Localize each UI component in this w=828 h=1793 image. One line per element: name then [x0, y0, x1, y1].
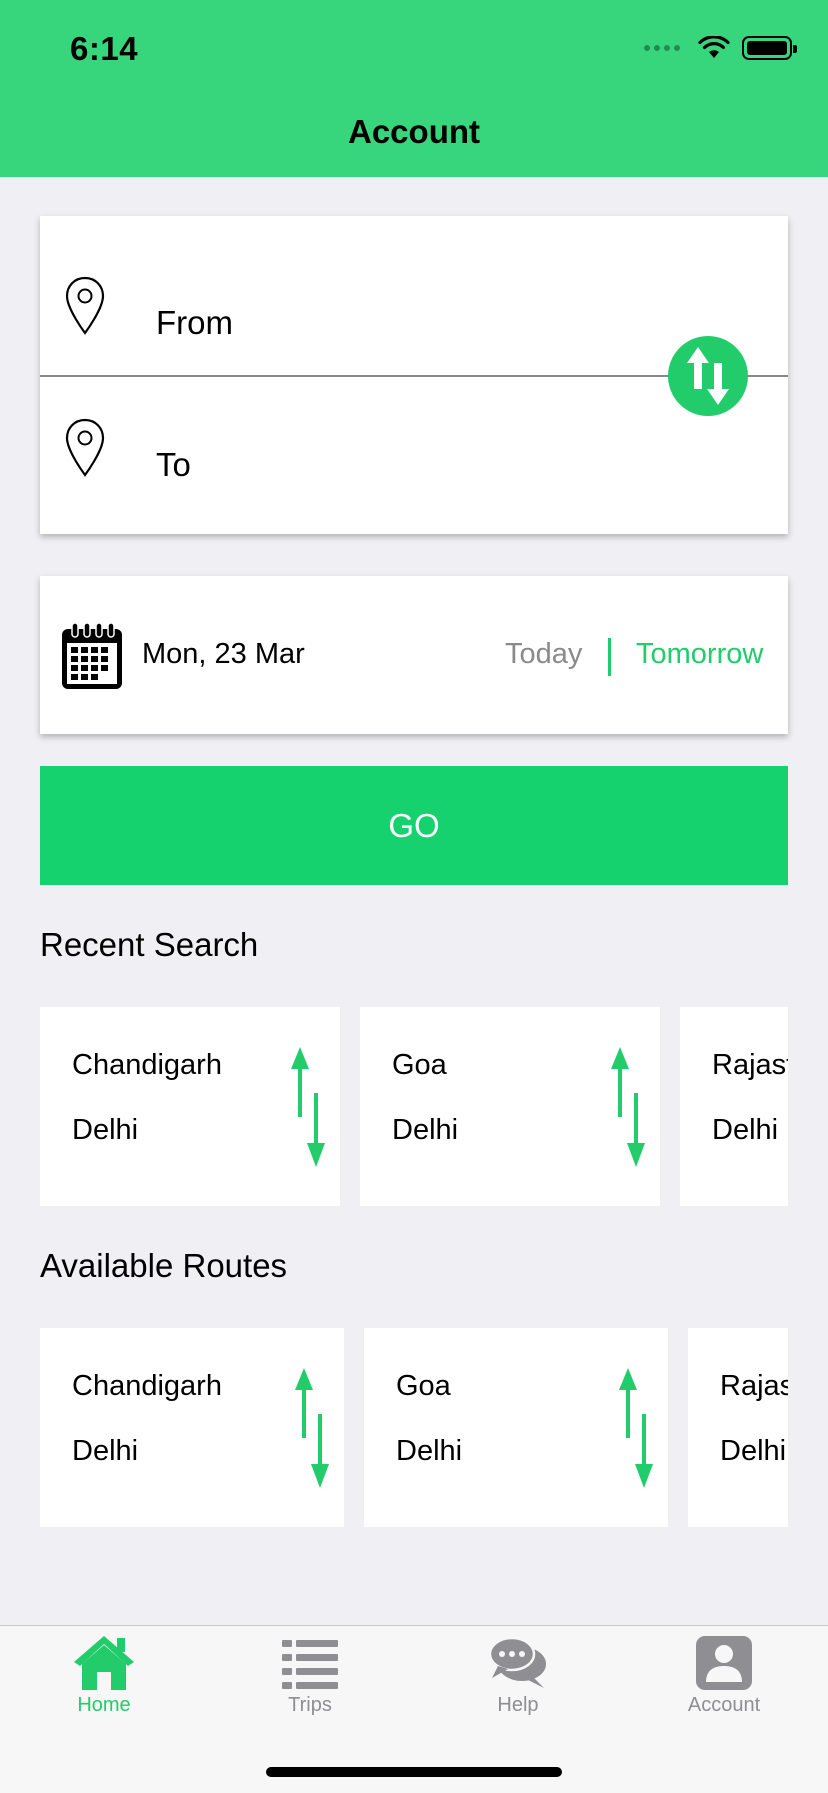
to-field[interactable]: To	[156, 446, 191, 484]
recent-from: Rajast	[712, 1049, 788, 1081]
from-field[interactable]: From	[156, 304, 233, 342]
location-pin-icon	[65, 276, 105, 335]
recent-search-card[interactable]: Goa Delhi	[360, 1007, 660, 1206]
tab-account-label: Account	[687, 1694, 761, 1716]
date-separator	[608, 638, 611, 676]
recent-search-card[interactable]: Rajast Delhi	[680, 1007, 788, 1206]
chat-bubbles-icon	[488, 1636, 546, 1688]
swap-locations-button[interactable]	[668, 336, 748, 416]
route-card[interactable]: Rajas Delhi	[688, 1328, 788, 1527]
swap-arrows-icon	[611, 1047, 645, 1167]
swap-arrows-icon	[687, 347, 729, 405]
recent-to: Delhi	[72, 1114, 139, 1146]
recent-to: Delhi	[392, 1114, 459, 1146]
recent-search-list[interactable]: Chandigarh Delhi Goa Delhi Rajast Delhi	[40, 1007, 788, 1206]
calendar-icon[interactable]	[60, 621, 124, 691]
route-input-card: From To	[40, 216, 788, 534]
home-indicator	[266, 1767, 562, 1777]
list-icon	[282, 1640, 338, 1689]
page-title: Account	[348, 113, 480, 150]
recent-to: Delhi	[712, 1114, 779, 1146]
tab-trips[interactable]: Trips	[240, 1634, 380, 1734]
today-button[interactable]: Today	[505, 638, 582, 671]
tab-account[interactable]: Account	[654, 1634, 794, 1734]
tab-home-label: Home	[77, 1694, 131, 1716]
route-card[interactable]: Chandigarh Delhi	[40, 1328, 344, 1527]
route-from: Goa	[396, 1370, 451, 1402]
date-selector-card: Mon, 23 Mar Today Tomorrow	[40, 576, 788, 734]
recent-from: Chandigarh	[72, 1049, 222, 1081]
route-card[interactable]: Goa Delhi	[364, 1328, 668, 1527]
route-to: Delhi	[72, 1435, 139, 1467]
route-to: Delhi	[396, 1435, 463, 1467]
available-routes-list[interactable]: Chandigarh Delhi Goa Delhi Rajas Delhi	[40, 1328, 788, 1527]
tab-trips-label: Trips	[288, 1694, 332, 1716]
recent-from: Goa	[392, 1049, 447, 1081]
status-bar: 6:14	[0, 0, 828, 100]
account-icon	[696, 1636, 752, 1690]
recent-search-card[interactable]: Chandigarh Delhi	[40, 1007, 340, 1206]
recent-search-heading: Recent Search	[40, 926, 259, 963]
swap-arrows-icon	[295, 1368, 329, 1488]
swap-arrows-icon	[619, 1368, 653, 1488]
selected-date[interactable]: Mon, 23 Mar	[142, 638, 305, 671]
battery-icon	[742, 36, 797, 60]
swap-arrows-icon	[291, 1047, 325, 1167]
route-from: Chandigarh	[72, 1370, 222, 1402]
status-time: 6:14	[70, 30, 139, 67]
cellular-signal-icon	[644, 45, 680, 51]
tab-home[interactable]: Home	[34, 1634, 174, 1734]
tab-help[interactable]: Help	[448, 1634, 588, 1734]
available-routes-heading: Available Routes	[40, 1247, 288, 1284]
location-pin-icon	[65, 418, 105, 477]
route-from: Rajas	[720, 1370, 788, 1402]
route-to: Delhi	[720, 1435, 787, 1467]
go-button[interactable]: GO	[40, 766, 788, 885]
tab-help-label: Help	[497, 1694, 539, 1716]
home-icon	[74, 1636, 134, 1690]
status-icons	[644, 36, 797, 60]
tomorrow-button[interactable]: Tomorrow	[636, 638, 763, 671]
wifi-icon	[698, 36, 730, 58]
